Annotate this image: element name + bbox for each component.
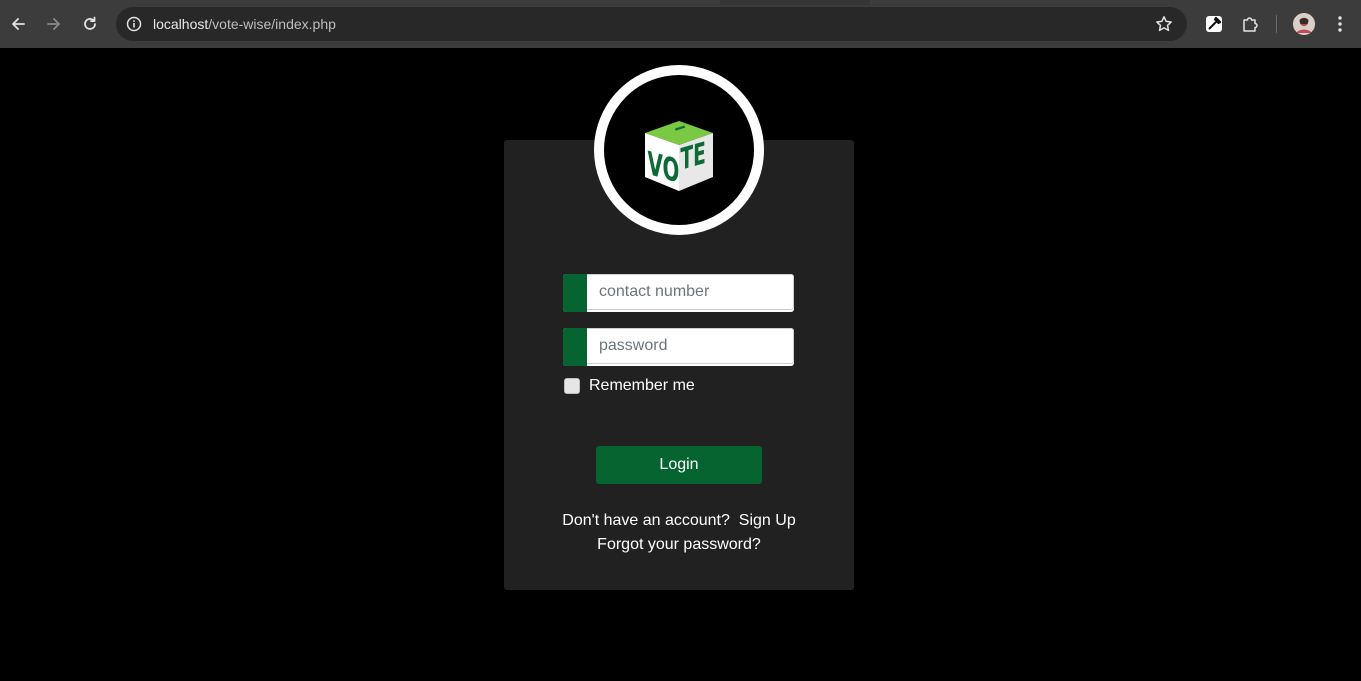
remember-me-label[interactable]: Remember me	[589, 377, 695, 395]
toolbar-separator	[1276, 15, 1277, 33]
extensions-puzzle-icon[interactable]	[1239, 13, 1261, 35]
forgot-password-link[interactable]: Forgot your password?	[597, 536, 761, 553]
contact-number-input[interactable]	[587, 274, 794, 310]
account-links: Don't have an account? Sign Up Forgot yo…	[504, 509, 854, 557]
signup-link[interactable]: Sign Up	[739, 512, 796, 529]
reload-button[interactable]	[78, 12, 102, 36]
password-input-addon	[563, 328, 587, 366]
site-info-icon[interactable]	[124, 14, 144, 34]
password-input[interactable]	[587, 328, 794, 364]
more-vert-icon[interactable]	[1329, 13, 1351, 35]
url-text[interactable]: localhost/vote-wise/index.php	[153, 15, 336, 33]
vote-box-logo: VO TE	[645, 121, 713, 191]
address-bar[interactable]: localhost/vote-wise/index.php	[116, 7, 1187, 41]
forward-arrow-icon	[46, 16, 62, 32]
contact-number-field	[563, 274, 794, 312]
url-path: /vote-wise/index.php	[208, 16, 336, 32]
signup-line: Don't have an account? Sign Up	[504, 509, 854, 533]
tabstrip-edge	[720, 0, 870, 5]
svg-text:VO: VO	[647, 145, 679, 191]
contact-input-addon	[563, 274, 587, 312]
forward-button[interactable]	[42, 12, 66, 36]
browser-toolbar: localhost/vote-wise/index.php	[0, 0, 1361, 48]
password-field	[563, 328, 794, 366]
remember-me-row[interactable]: Remember me	[564, 377, 695, 395]
eyedropper-icon[interactable]	[1203, 13, 1225, 35]
no-account-text: Don't have an account?	[562, 512, 730, 529]
profile-avatar[interactable]	[1293, 13, 1315, 35]
bookmark-star-icon[interactable]	[1155, 15, 1173, 33]
svg-text:TE: TE	[680, 135, 705, 177]
logo-ring: VO TE	[594, 65, 764, 235]
login-button[interactable]: Login	[596, 446, 762, 484]
url-host: localhost	[153, 16, 209, 32]
back-button[interactable]	[6, 12, 30, 36]
remember-me-checkbox[interactable]	[564, 378, 580, 394]
reload-icon	[82, 16, 98, 32]
back-arrow-icon	[10, 16, 26, 32]
forgot-line: Forgot your password?	[504, 533, 854, 557]
